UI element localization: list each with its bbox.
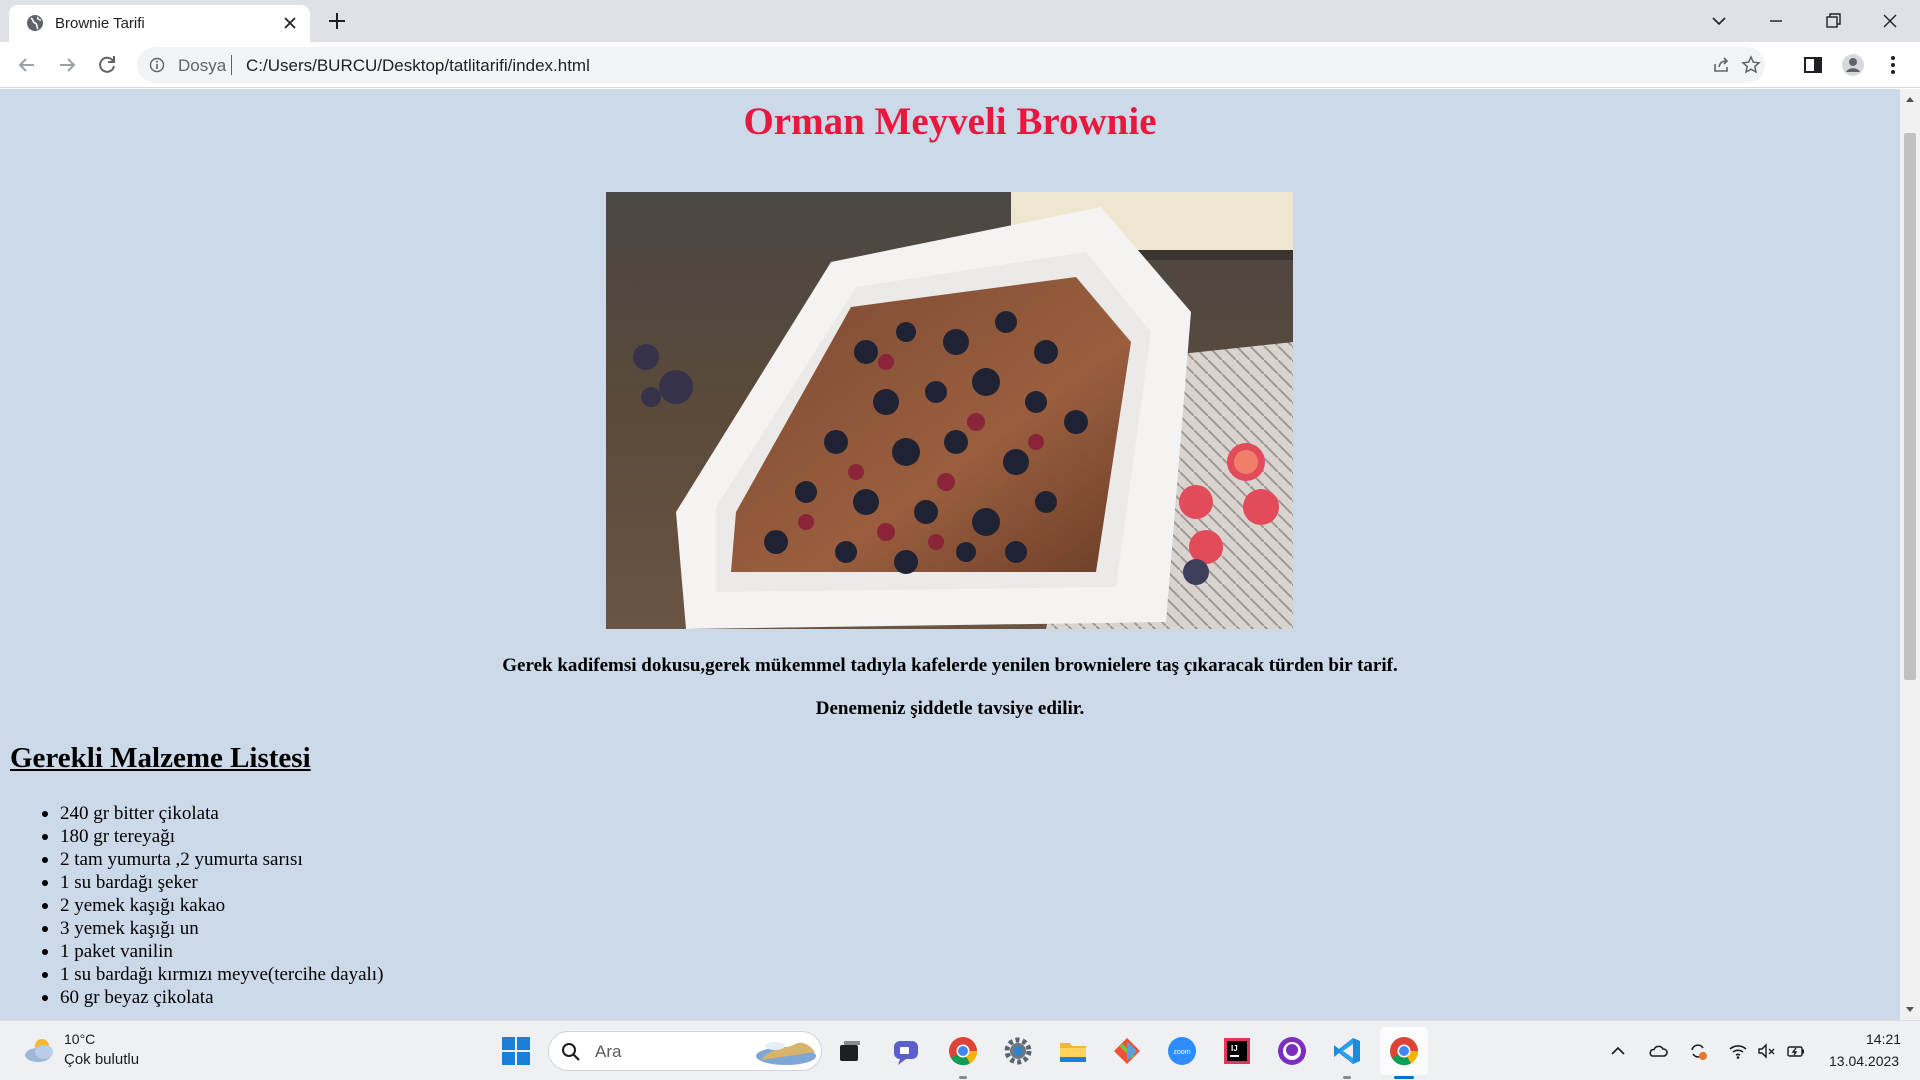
active-app-indicator — [1394, 1076, 1414, 1079]
recipe-recommendation: Denemeniz şiddetle tavsiye edilir. — [815, 698, 1085, 719]
running-indicator — [1343, 1076, 1351, 1079]
search-label: Ara — [595, 1042, 622, 1061]
reload-icon[interactable] — [95, 53, 119, 77]
chrome-icon[interactable] — [947, 1035, 979, 1067]
vscode-icon[interactable] — [1331, 1035, 1363, 1067]
share-icon[interactable] — [1711, 55, 1731, 75]
bookmark-star-icon[interactable] — [1741, 55, 1761, 75]
search-highlight-art-icon — [756, 1042, 816, 1065]
ingredient-item: 2 tam yumurta ,2 yumurta sarısı — [41, 848, 383, 871]
address-bar[interactable]: Dosya C:/Users/BURCU/Desktop/tatlitarifi… — [137, 47, 1765, 83]
scroll-down-arrow-icon[interactable] — [1905, 1006, 1915, 1014]
new-tab-icon[interactable] — [326, 10, 348, 32]
speaker-muted-icon[interactable] — [1756, 1041, 1776, 1061]
ingredient-item: 60 gr beyaz çikolata — [41, 986, 383, 1009]
kebab-menu-icon[interactable] — [1881, 53, 1905, 77]
running-indicator — [959, 1076, 967, 1079]
tab-search-chevron-icon[interactable] — [1706, 8, 1732, 34]
ingredient-item: 2 yemek kaşığı kakao — [41, 894, 383, 917]
github-desktop-icon[interactable] — [1276, 1035, 1308, 1067]
scrollbar-thumb[interactable] — [1904, 133, 1916, 680]
ingredients-heading: Gerekli Malzeme Listesi — [10, 742, 311, 774]
ingredients-list: 240 gr bitter çikolata 180 gr tereyağı 2… — [41, 802, 384, 1009]
page-title: Orman Meyveli Brownie — [743, 100, 1157, 143]
info-icon[interactable] — [149, 57, 165, 73]
git-icon[interactable] — [1111, 1035, 1143, 1067]
wifi-icon[interactable] — [1728, 1041, 1748, 1061]
teams-chat-icon[interactable] — [890, 1035, 922, 1067]
address-separator — [231, 55, 232, 75]
file-explorer-icon[interactable] — [1057, 1035, 1089, 1067]
windows-taskbar: 10°C Çok bulutlu Ara zoom IJ 14:21 13.04… — [0, 1020, 1920, 1080]
side-panel-icon[interactable] — [1801, 53, 1825, 77]
ingredient-item: 1 su bardağı şeker — [41, 871, 383, 894]
clock-time[interactable]: 14:21 — [1866, 1031, 1901, 1047]
forward-arrow-icon[interactable] — [55, 53, 79, 77]
battery-charging-icon[interactable] — [1786, 1041, 1806, 1061]
page-viewport: Orman Meyveli Brownie Gerek kadifemsi do… — [0, 89, 1900, 1020]
close-tab-icon[interactable] — [281, 14, 299, 32]
svg-text:IJ: IJ — [1231, 1044, 1238, 1053]
settings-icon[interactable] — [1002, 1035, 1034, 1067]
ingredient-item: 1 su bardağı kırmızı meyve(tercihe dayal… — [41, 964, 384, 985]
clock-date[interactable]: 13.04.2023 — [1829, 1053, 1899, 1069]
search-icon — [562, 1043, 580, 1061]
onedrive-cloud-icon[interactable] — [1648, 1041, 1668, 1061]
show-hidden-icons-chevron-icon[interactable] — [1608, 1041, 1628, 1061]
brownie-photo — [606, 192, 1293, 629]
browser-toolbar: Dosya C:/Users/BURCU/Desktop/tatlitarifi… — [0, 42, 1920, 88]
restore-icon[interactable] — [1820, 8, 1846, 34]
ingredient-item: 1 paket vanilin — [41, 940, 383, 963]
task-view-icon[interactable] — [834, 1035, 866, 1067]
vertical-scrollbar[interactable] — [1900, 89, 1920, 1020]
weather-temperature: 10°C — [64, 1031, 96, 1047]
close-window-icon[interactable] — [1877, 8, 1903, 34]
recipe-description: Gerek kadifemsi dokusu,gerek mükemmel ta… — [502, 655, 1398, 676]
taskbar-search-box[interactable]: Ara — [548, 1031, 822, 1071]
back-arrow-icon[interactable] — [15, 53, 39, 77]
tab-title: Brownie Tarifi — [55, 15, 145, 32]
tab-brownie-tarifi[interactable]: Brownie Tarifi — [9, 5, 310, 42]
intellij-icon[interactable]: IJ — [1221, 1035, 1253, 1067]
ingredient-item: 180 gr tereyağı — [41, 825, 383, 848]
globe-icon — [27, 15, 43, 31]
address-scheme: Dosya — [178, 56, 227, 75]
minimize-icon[interactable] — [1763, 8, 1789, 34]
scroll-up-arrow-icon[interactable] — [1905, 95, 1915, 103]
ingredient-item: 3 yemek kaşığı un — [41, 917, 383, 940]
zoom-icon[interactable]: zoom — [1166, 1035, 1198, 1067]
ingredient-item: 240 gr bitter çikolata — [41, 802, 383, 825]
sync-update-icon[interactable] — [1688, 1041, 1708, 1061]
cloudy-weather-icon[interactable] — [22, 1035, 58, 1065]
tab-strip: Brownie Tarifi — [0, 0, 1920, 42]
address-url[interactable]: C:/Users/BURCU/Desktop/tatlitarifi/index… — [246, 56, 590, 76]
chrome-active-icon[interactable] — [1388, 1035, 1420, 1067]
profile-avatar-icon[interactable] — [1841, 53, 1865, 77]
svg-text:zoom: zoom — [1173, 1049, 1190, 1056]
windows-start-icon[interactable] — [500, 1035, 532, 1067]
weather-description: Çok bulutlu — [64, 1051, 140, 1068]
